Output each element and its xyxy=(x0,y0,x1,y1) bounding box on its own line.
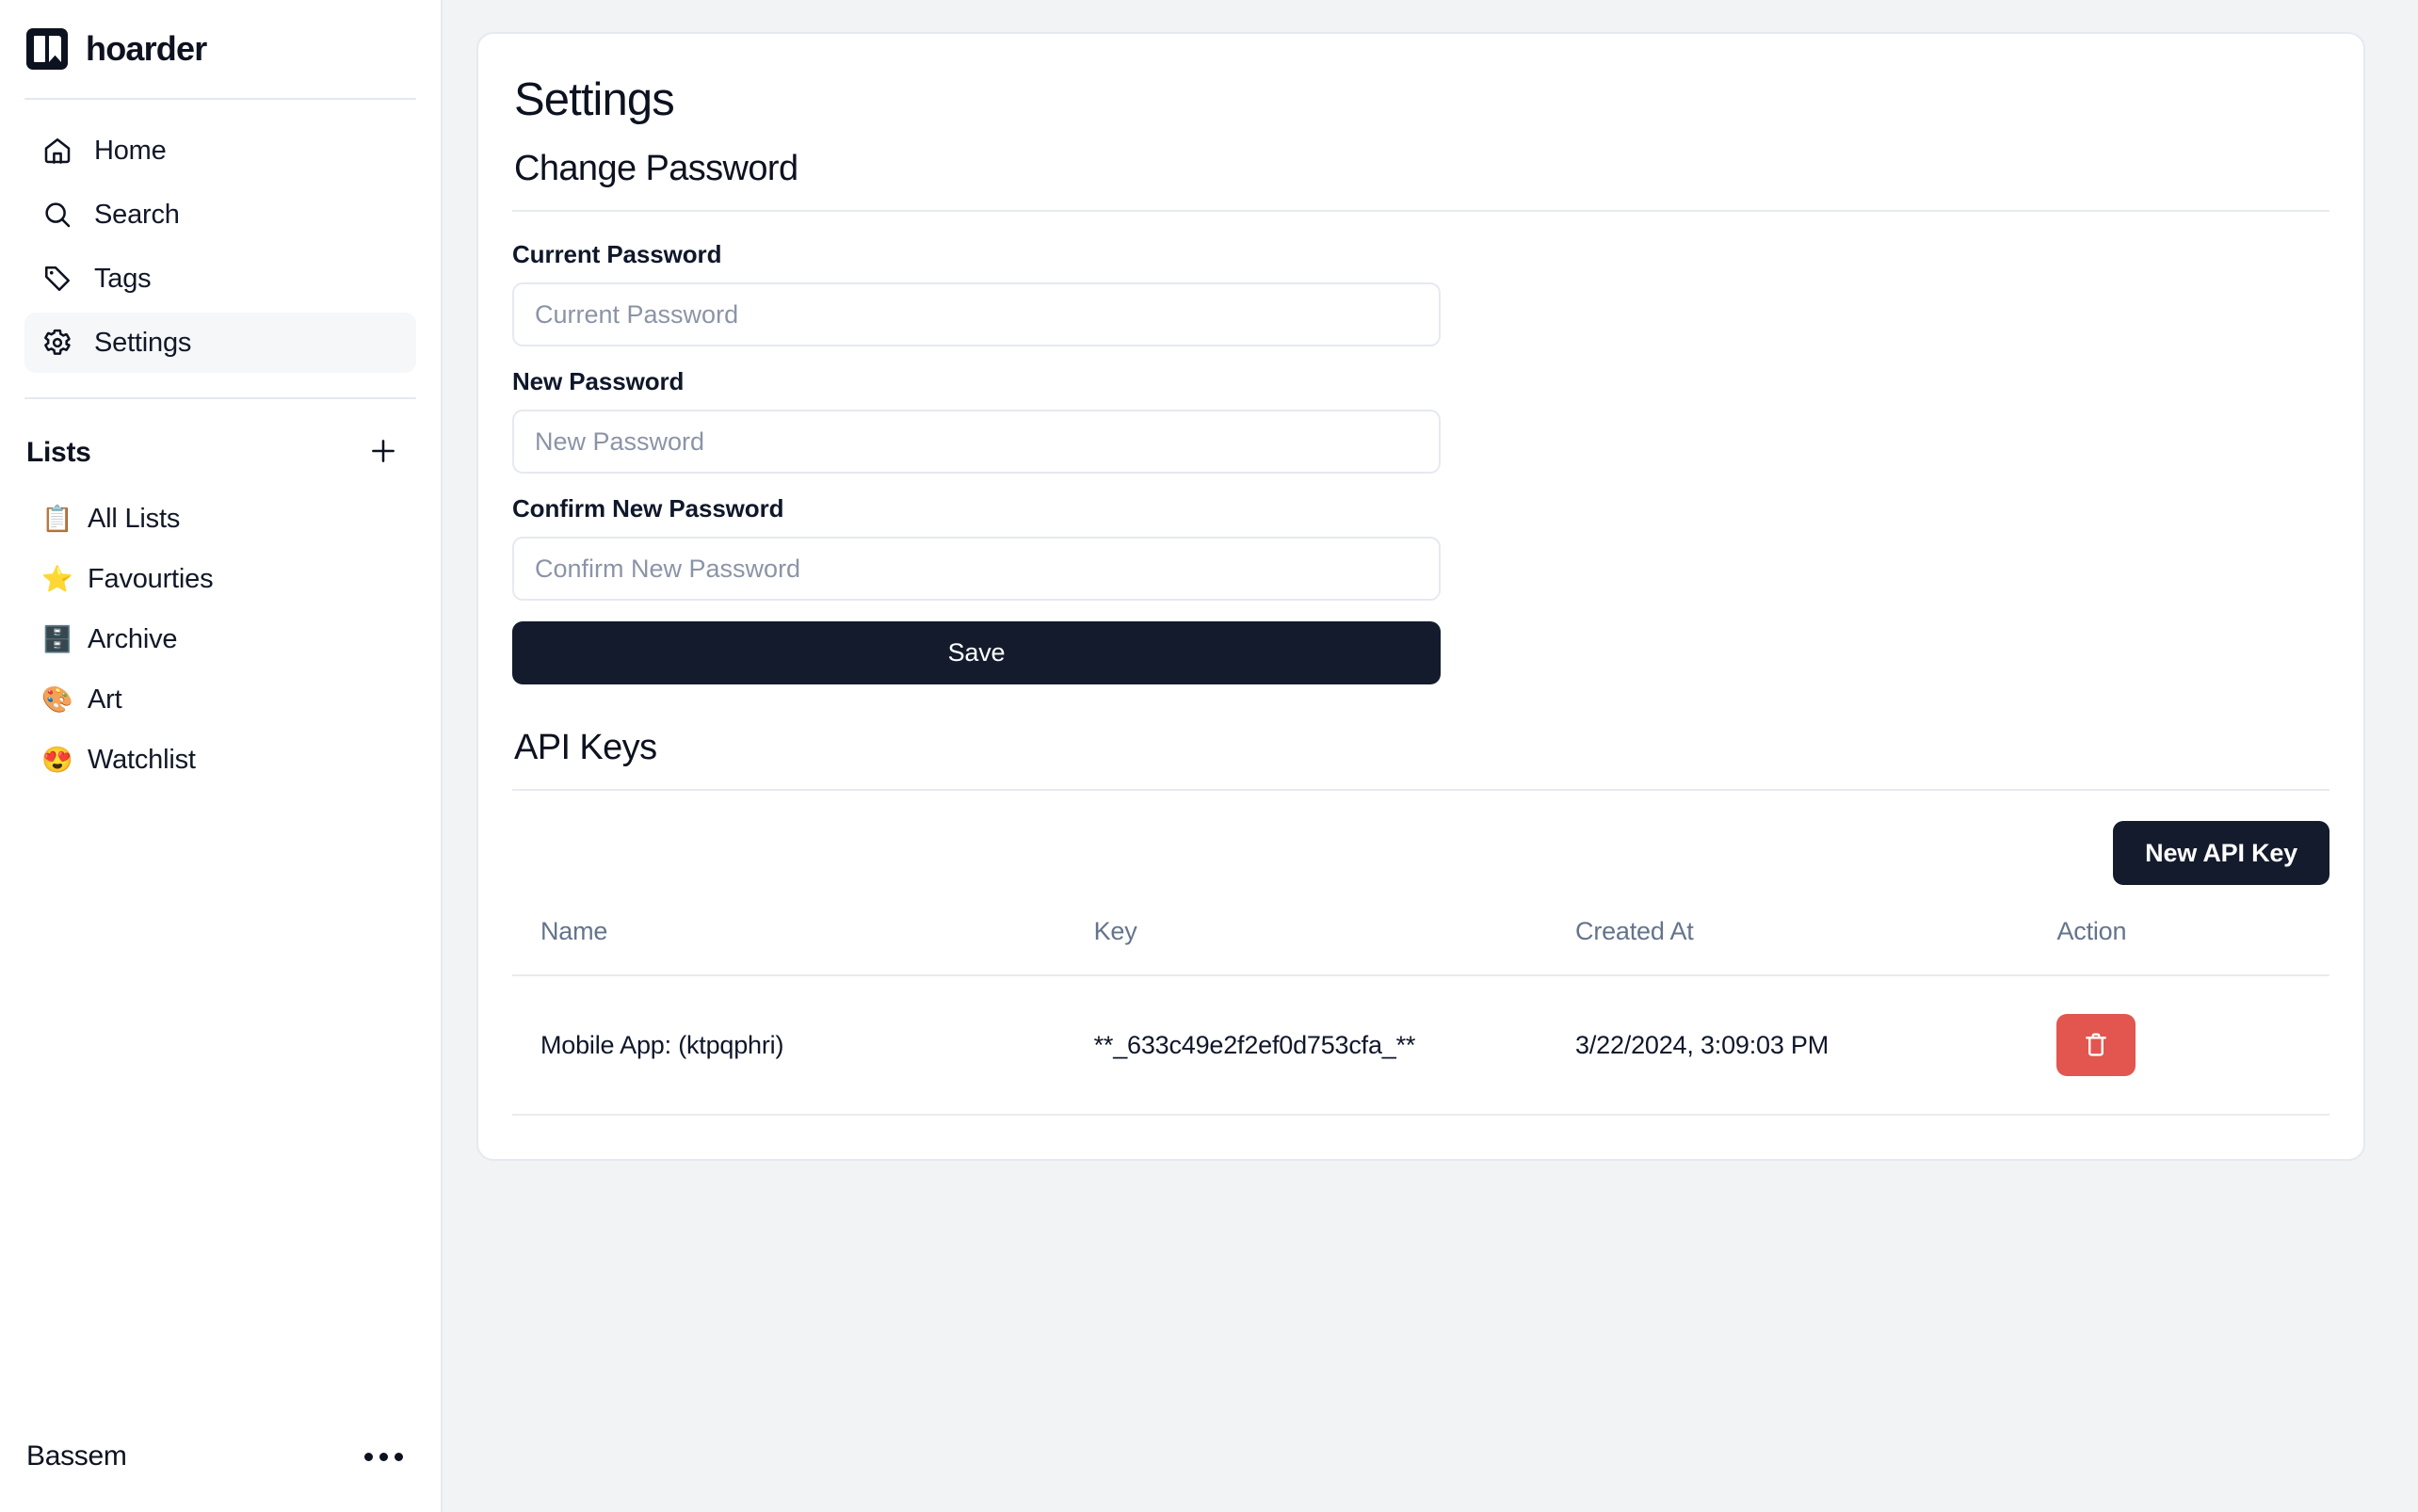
list-item-label: Art xyxy=(88,684,121,716)
trash-icon xyxy=(2082,1030,2110,1061)
confirm-new-password-input[interactable] xyxy=(512,537,1441,601)
hoarder-logo-icon xyxy=(26,28,68,70)
lists-section: Lists 📋 All Lists xyxy=(24,399,416,790)
new-api-key-button[interactable]: New API Key xyxy=(2113,821,2329,885)
heart-eyes-icon: 😍 xyxy=(41,748,72,773)
primary-nav: Home Search xyxy=(24,100,416,373)
column-header-created-at: Created At xyxy=(1575,917,2056,975)
sidebar-footer: Bassem xyxy=(0,1440,441,1512)
column-header-action: Action xyxy=(2056,917,2329,975)
home-icon xyxy=(41,135,73,167)
list-item-label: Archive xyxy=(88,624,177,655)
ellipsis-icon xyxy=(395,1453,403,1461)
table-head: Name Key Created At Action xyxy=(512,917,2329,975)
lists-items: 📋 All Lists ⭐ Favourties 🗄️ Archive 🎨 Ar… xyxy=(24,480,416,790)
field-confirm-new-password: Confirm New Password xyxy=(512,494,1441,601)
sidebar-item-label: Tags xyxy=(94,264,151,295)
sidebar-item-label: Home xyxy=(94,136,167,167)
new-password-label: New Password xyxy=(512,367,1441,396)
search-icon xyxy=(41,199,73,231)
main-content: Settings Change Password Current Passwor… xyxy=(443,0,2418,1512)
ellipsis-icon xyxy=(379,1453,388,1461)
sidebar-content: hoarder Home xyxy=(0,0,441,1440)
add-list-button[interactable] xyxy=(363,433,403,473)
list-item-label: Watchlist xyxy=(88,745,196,776)
tag-icon xyxy=(41,263,73,295)
table-body: Mobile App: (ktpqphri) **_633c49e2f2ef0d… xyxy=(512,975,2329,1115)
gear-icon xyxy=(41,327,73,359)
field-current-password: Current Password xyxy=(512,240,1441,346)
cell-name: Mobile App: (ktpqphri) xyxy=(512,975,1094,1115)
table-row: Mobile App: (ktpqphri) **_633c49e2f2ef0d… xyxy=(512,975,2329,1115)
plus-icon xyxy=(367,435,399,472)
lists-title: Lists xyxy=(26,437,91,469)
cell-created-at: 3/22/2024, 3:09:03 PM xyxy=(1575,975,2056,1115)
new-api-key-row: New API Key xyxy=(512,791,2329,885)
sidebar-item-settings[interactable]: Settings xyxy=(24,313,416,373)
list-item-label: Favourties xyxy=(88,564,213,595)
list-item-archive[interactable]: 🗄️ Archive xyxy=(24,610,416,669)
list-item-watchlist[interactable]: 😍 Watchlist xyxy=(24,731,416,790)
column-header-name: Name xyxy=(512,917,1094,975)
user-menu-button[interactable] xyxy=(355,1441,412,1472)
page-title: Settings xyxy=(512,73,2329,126)
star-icon: ⭐ xyxy=(41,567,72,592)
cell-key: **_633c49e2f2ef0d753cfa_** xyxy=(1094,975,1575,1115)
cell-action xyxy=(2056,975,2329,1115)
brand-name: hoarder xyxy=(86,29,206,69)
list-item-art[interactable]: 🎨 Art xyxy=(24,670,416,730)
sidebar-item-search[interactable]: Search xyxy=(24,185,416,245)
list-item-label: All Lists xyxy=(88,504,180,535)
sidebar-item-home[interactable]: Home xyxy=(24,121,416,181)
brand[interactable]: hoarder xyxy=(24,0,416,98)
api-keys-heading: API Keys xyxy=(512,728,2329,768)
change-password-form: Current Password New Password Confirm Ne… xyxy=(512,212,1441,684)
clipboard-icon: 📋 xyxy=(41,507,72,532)
app-root: hoarder Home xyxy=(0,0,2418,1512)
api-keys-section: API Keys New API Key Name Key Created At… xyxy=(512,728,2329,1116)
current-password-input[interactable] xyxy=(512,282,1441,346)
column-header-key: Key xyxy=(1094,917,1575,975)
ellipsis-icon xyxy=(364,1453,373,1461)
change-password-heading: Change Password xyxy=(512,149,2329,189)
file-cabinet-icon: 🗄️ xyxy=(41,627,72,652)
current-password-label: Current Password xyxy=(512,240,1441,269)
confirm-new-password-label: Confirm New Password xyxy=(512,494,1441,523)
sidebar-item-label: Search xyxy=(94,200,180,231)
palette-icon: 🎨 xyxy=(41,687,72,713)
settings-card: Settings Change Password Current Passwor… xyxy=(476,32,2365,1161)
field-new-password: New Password xyxy=(512,367,1441,474)
lists-header: Lists xyxy=(24,426,416,480)
list-item-favourties[interactable]: ⭐ Favourties xyxy=(24,550,416,609)
sidebar-item-tags[interactable]: Tags xyxy=(24,249,416,309)
list-item-all-lists[interactable]: 📋 All Lists xyxy=(24,490,416,549)
table-header-row: Name Key Created At Action xyxy=(512,917,2329,975)
sidebar-item-label: Settings xyxy=(94,328,191,359)
api-keys-table: Name Key Created At Action Mobile App: (… xyxy=(512,917,2329,1116)
user-name: Bassem xyxy=(26,1440,127,1472)
new-password-input[interactable] xyxy=(512,410,1441,474)
save-button[interactable]: Save xyxy=(512,621,1441,684)
sidebar: hoarder Home xyxy=(0,0,443,1512)
delete-api-key-button[interactable] xyxy=(2056,1014,2136,1076)
